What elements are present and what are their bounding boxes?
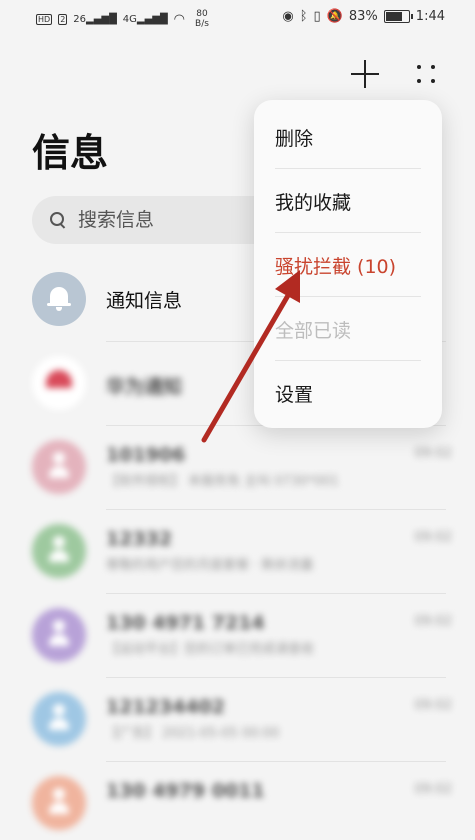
clock: 1:44 (415, 9, 445, 24)
conversation-preview: 尊敬的用户您的月度套餐 · 剩余流量 (106, 558, 314, 573)
menu-item-mark-all-read: 全部已读 (275, 319, 352, 342)
status-left: HD 2 26▂▄▆█ 4G▂▄▆█ ◠ 80 B/s (36, 9, 209, 29)
sim-badge: 2 (58, 13, 68, 25)
menu-item-settings[interactable]: 设置 (275, 361, 421, 425)
more-options-icon[interactable] (414, 62, 438, 86)
overflow-menu: 删除 我的收藏 骚扰拦截 (10) 全部已读 设置 (254, 100, 442, 428)
conversation-preview: 【运动平台】您的订单已完成请查收 (106, 642, 315, 657)
conversation-time: 09:02 (414, 782, 452, 797)
conversation-item[interactable]: 130 4971 7214 09:02 【运动平台】您的订单已完成请查收 (32, 608, 452, 672)
conversation-item[interactable]: 121234402 09:02 【广告】 2021-05-05 00:00 (32, 692, 452, 756)
conversation-time: 09:02 (414, 698, 452, 713)
battery-icon (383, 10, 413, 23)
sim1-signal-icon: 26▂▄▆█ (73, 13, 117, 25)
battery-percent: 83% (348, 9, 378, 24)
conversation-time: 09:02 (414, 614, 452, 629)
conversation-preview: 【软件授权】 本服务免 主叫 0730*001 (106, 474, 339, 489)
conversation-title: 130 4979 0011 (106, 780, 265, 802)
status-bar: HD 2 26▂▄▆█ 4G▂▄▆█ ◠ 80 B/s ◉ ᛒ ▯ 🔕 83% … (0, 0, 475, 34)
avatar (32, 524, 86, 578)
avatar (32, 692, 86, 746)
avatar (32, 440, 86, 494)
search-icon (50, 212, 66, 228)
conversation-item[interactable]: 130 4979 0011 09:02 (32, 776, 452, 840)
conversation-title: 12332 (106, 528, 173, 550)
wifi-icon: ◠ (173, 11, 186, 27)
avatar (32, 608, 86, 662)
bluetooth-icon: ᛒ (299, 9, 308, 24)
status-right: ◉ ᛒ ▯ 🔕 83% 1:44 (282, 9, 445, 24)
network-speed-unit: B/s (195, 19, 209, 29)
battery-fill (385, 12, 403, 21)
conversation-title: 101906 (106, 444, 186, 466)
conversation-title: 华为通知 (106, 376, 183, 398)
menu-item-delete[interactable]: 删除 (275, 105, 421, 169)
eye-icon: ◉ (282, 9, 294, 24)
conversation-item[interactable]: 101906 09:02 【软件授权】 本服务免 主叫 0730*001 (32, 440, 452, 504)
list-divider (106, 593, 446, 594)
conversation-title: 通知信息 (106, 290, 183, 312)
avatar (32, 776, 86, 830)
conversation-title: 130 4971 7214 (106, 612, 265, 634)
conversation-title: 121234402 (106, 696, 225, 718)
network-speed: 80 B/s (195, 9, 209, 29)
vibrate-icon: ▯ (313, 9, 321, 24)
person-icon (49, 536, 69, 566)
sim2-signal-icon: 4G▂▄▆█ (122, 13, 168, 25)
new-message-plus-icon[interactable] (351, 60, 379, 88)
sim2-label: 4G (122, 13, 137, 25)
person-icon (49, 788, 69, 818)
conversation-preview: 【广告】 2021-05-05 00:00 (106, 726, 280, 741)
person-icon (49, 452, 69, 482)
person-icon (49, 704, 69, 734)
conversation-time: 09:02 (414, 446, 452, 461)
bell-icon (47, 285, 71, 311)
page-title: 信息 (32, 131, 109, 175)
avatar (32, 272, 86, 326)
menu-item-favorites[interactable]: 我的收藏 (275, 169, 421, 233)
network-speed-value: 80 (196, 9, 208, 19)
sim1-label: 26 (73, 13, 87, 25)
list-divider (106, 677, 446, 678)
list-divider (106, 509, 446, 510)
menu-item-spam-block[interactable]: 骚扰拦截 (10) (275, 233, 421, 297)
hd-badge: HD (36, 13, 53, 25)
conversation-item[interactable]: 12332 09:02 尊敬的用户您的月度套餐 · 剩余流量 (32, 524, 452, 588)
conversation-time: 09:02 (414, 530, 452, 545)
mute-bell-icon: 🔕 (326, 9, 343, 24)
person-icon (49, 620, 69, 650)
avatar (32, 356, 86, 410)
list-divider (106, 761, 446, 762)
